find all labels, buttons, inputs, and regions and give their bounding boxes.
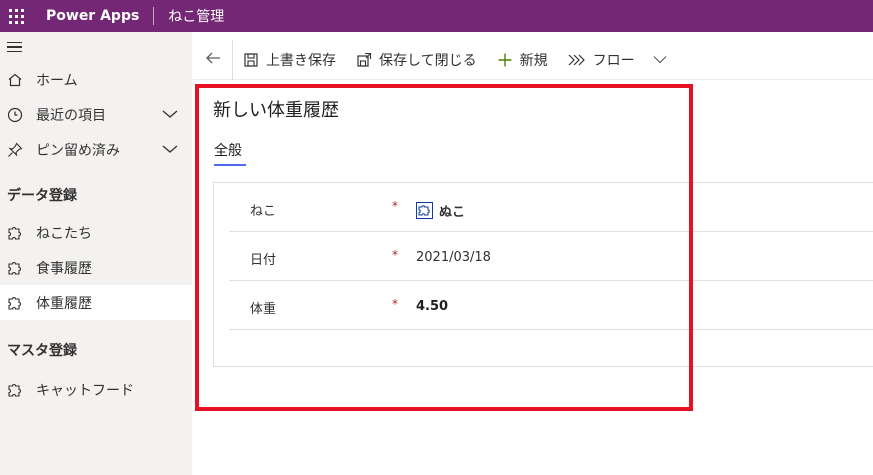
chevron-down-icon[interactable] — [162, 142, 178, 158]
required-marker: * — [392, 297, 398, 311]
field-label: 日付 — [250, 253, 277, 268]
pin-icon — [7, 142, 23, 158]
app-name[interactable]: Power Apps — [46, 8, 139, 24]
top-bar: Power Apps ねこ管理 — [0, 0, 873, 32]
field-row-weight: 体重 * 4.50 — [229, 281, 873, 330]
sidebar-item-catfood[interactable]: キャットフード — [0, 372, 192, 407]
sidebar-item-label: ホーム — [36, 72, 78, 89]
required-marker: * — [392, 199, 398, 213]
new-button[interactable]: 新規 — [487, 40, 558, 80]
required-marker: * — [392, 248, 398, 262]
hamburger-button[interactable] — [0, 32, 192, 62]
plus-icon — [497, 52, 513, 68]
entity-puzzle-icon — [416, 202, 433, 219]
chevron-down-icon[interactable] — [653, 55, 667, 64]
flow-label: フロー — [592, 52, 635, 69]
sidebar: ホーム 最近の項目 ピン留め済み データ登録 ねこたち 食事履歴 体重履歴 マス… — [0, 32, 192, 475]
sidebar-item-label: 体重履歴 — [36, 295, 92, 312]
save-close-label: 保存して閉じる — [379, 52, 477, 69]
save-icon — [243, 52, 259, 68]
chevron-down-icon[interactable] — [162, 107, 178, 123]
sidebar-item-pinned[interactable]: ピン留め済み — [0, 132, 192, 167]
save-and-close-button[interactable]: 保存して閉じる — [346, 40, 487, 80]
sidebar-item-home[interactable]: ホーム — [0, 62, 192, 97]
weight-field[interactable]: 4.50 — [416, 299, 448, 314]
tab-active-indicator — [214, 164, 246, 166]
sidebar-item-recent[interactable]: 最近の項目 — [0, 97, 192, 132]
flow-icon — [568, 53, 586, 67]
sidebar-item-label: ねこたち — [36, 225, 92, 242]
sidebar-item-label: ピン留め済み — [36, 142, 120, 159]
field-label: 体重 — [250, 302, 277, 317]
sidebar-item-meals[interactable]: 食事履歴 — [0, 250, 192, 285]
puzzle-icon — [7, 295, 23, 311]
puzzle-icon — [7, 260, 23, 276]
save-close-icon — [356, 52, 372, 68]
field-row-date: 日付 * 2021/03/18 — [229, 232, 873, 281]
form-title: 新しい体重履歴 — [213, 100, 339, 121]
group-label-data-entry: データ登録 — [7, 188, 77, 204]
command-bar: 上書き保存 保存して閉じる 新規 フロー — [193, 39, 873, 80]
flow-button[interactable]: フロー — [558, 40, 677, 80]
sidebar-item-weight[interactable]: 体重履歴 — [0, 285, 192, 320]
save-label: 上書き保存 — [266, 52, 336, 69]
topbar-divider — [153, 7, 155, 25]
module-name[interactable]: ねこ管理 — [168, 6, 224, 26]
cat-lookup-value[interactable]: ぬこ — [439, 201, 465, 220]
puzzle-icon — [7, 382, 23, 398]
sidebar-item-cats[interactable]: ねこたち — [0, 215, 192, 250]
field-label: ねこ — [250, 204, 277, 219]
form-section: ねこ * ぬこ 日付 * 2021/03/18 体重 * 4.50 — [213, 182, 873, 367]
home-icon — [7, 72, 23, 88]
new-label: 新規 — [519, 52, 548, 69]
save-button[interactable]: 上書き保存 — [233, 40, 346, 80]
hamburger-icon — [7, 39, 22, 56]
cat-lookup-field[interactable]: ぬこ — [416, 201, 465, 220]
waffle-icon — [8, 8, 24, 24]
sidebar-item-label: 最近の項目 — [36, 107, 106, 124]
arrow-left-icon — [205, 50, 221, 69]
sidebar-item-label: キャットフード — [36, 382, 134, 399]
sidebar-item-label: 食事履歴 — [36, 260, 92, 277]
group-label-master: マスタ登録 — [7, 343, 77, 359]
back-button[interactable] — [193, 39, 233, 80]
app-launcher-button[interactable] — [0, 0, 32, 32]
field-row-cat: ねこ * ぬこ — [229, 183, 873, 232]
date-field[interactable]: 2021/03/18 — [416, 250, 491, 265]
puzzle-icon — [7, 225, 23, 241]
tab-general[interactable]: 全般 — [214, 140, 242, 160]
clock-icon — [7, 107, 23, 123]
